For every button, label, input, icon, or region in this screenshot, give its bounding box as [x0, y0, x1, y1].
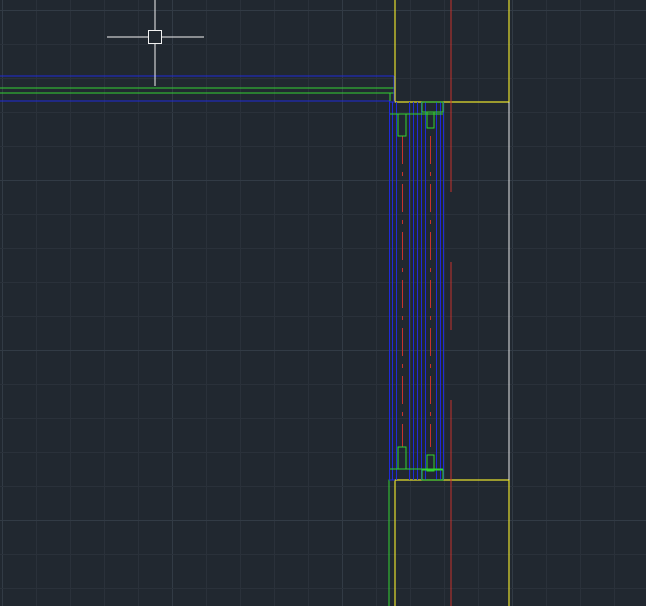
crosshair-pickbox-icon — [107, 0, 204, 86]
column-bottom-outline — [394, 479, 510, 606]
horizontal-wall-section — [0, 75, 395, 102]
bottom-fixing — [390, 446, 444, 481]
pickbox — [148, 30, 162, 44]
top-fixing-bolt-left — [397, 113, 407, 137]
drawing-grid — [0, 0, 646, 606]
column-bottom — [388, 479, 510, 606]
cad-model-space[interactable] — [0, 0, 646, 606]
bottom-fixing-bolt-left — [397, 446, 407, 470]
column-bottom-green-edge — [388, 479, 395, 606]
column-top-outline — [394, 0, 510, 103]
vertical-mullion-assembly — [389, 101, 444, 481]
top-fixing — [390, 101, 444, 137]
mullion-red-lines — [402, 136, 431, 447]
column-top — [394, 0, 510, 103]
cad-drawing-canvas[interactable] — [0, 0, 646, 606]
mullion-blue-lines — [389, 101, 444, 481]
